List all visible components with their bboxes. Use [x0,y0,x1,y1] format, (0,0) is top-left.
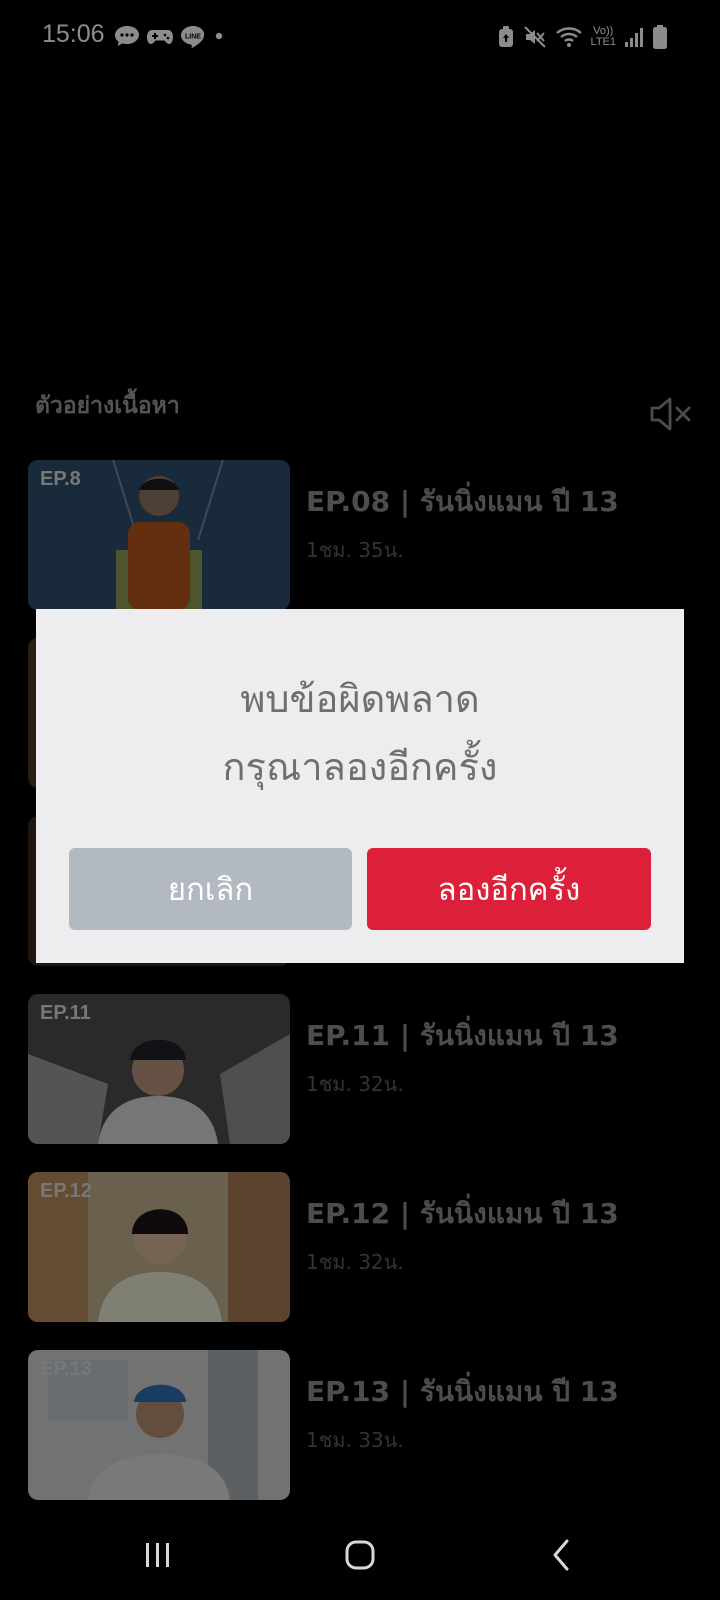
recents-button[interactable] [128,1525,188,1585]
dialog-retry-prompt: กรุณาลองอีกครั้ง [222,745,498,789]
home-button[interactable] [330,1525,390,1585]
back-button[interactable] [532,1525,592,1585]
dialog-message: พบข้อผิดพลาด กรุณาลองอีกครั้ง [36,665,684,801]
error-dialog: พบข้อผิดพลาด กรุณาลองอีกครั้ง ยกเลิก ลอง… [36,609,684,963]
recents-icon [146,1543,169,1567]
back-icon [553,1539,569,1571]
navigation-bar [0,1505,720,1600]
home-icon [345,1540,375,1570]
retry-button[interactable]: ลองอีกครั้ง [367,848,651,930]
dialog-error-title: พบข้อผิดพลาด [240,677,480,721]
cancel-button[interactable]: ยกเลิก [69,848,352,930]
